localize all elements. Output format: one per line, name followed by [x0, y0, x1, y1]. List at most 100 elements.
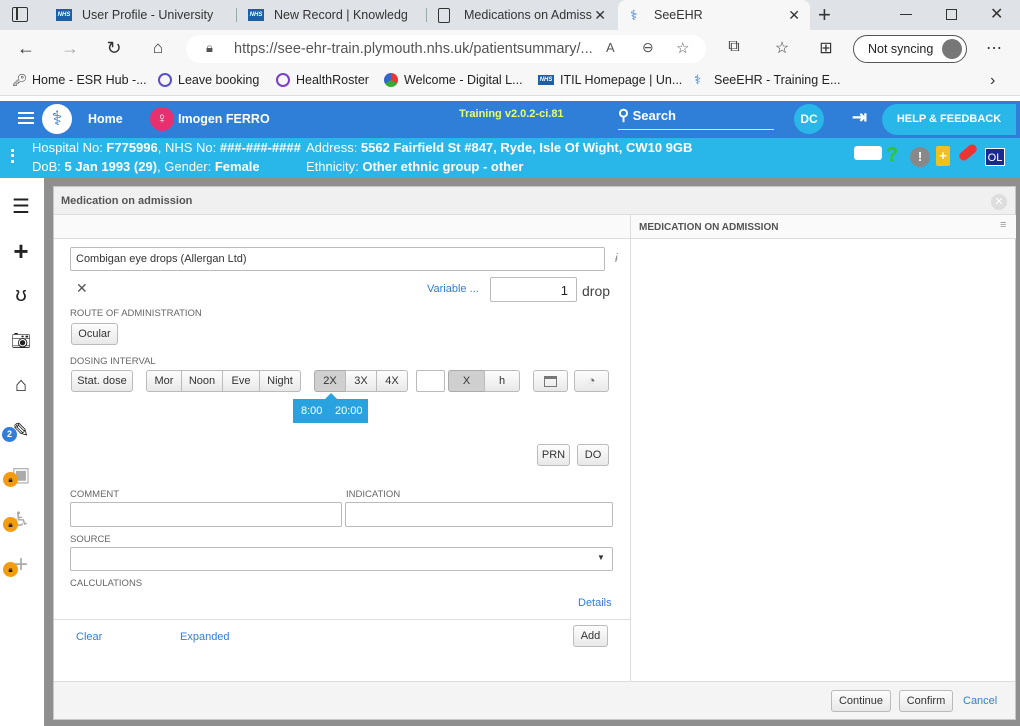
- night-button[interactable]: Night: [259, 370, 301, 392]
- medication-icon[interactable]: [957, 142, 979, 163]
- stat-dose-button[interactable]: Stat. dose: [71, 370, 133, 392]
- read-aloud-icon[interactable]: A: [606, 40, 615, 55]
- route-ocular-button[interactable]: Ocular: [71, 323, 118, 345]
- lock-icon: 🔒︎: [3, 517, 18, 532]
- minimize-icon[interactable]: [900, 14, 912, 15]
- patient-dob-gender: DoB: 5 Jan 1993 (29), Gender: Female: [32, 159, 260, 174]
- bookmark-leave-booking[interactable]: Leave booking: [158, 73, 259, 87]
- home-icon[interactable]: ⌂: [146, 38, 170, 58]
- frequency-4x-button[interactable]: 4X: [376, 370, 408, 392]
- close-tab-icon[interactable]: ✕: [788, 7, 800, 24]
- close-modal-icon[interactable]: ✕: [991, 194, 1007, 210]
- route-label: ROUTE OF ADMINISTRATION: [70, 308, 202, 319]
- times-pointer: [325, 393, 337, 399]
- variable-link[interactable]: Variable ...: [427, 283, 479, 295]
- search-box[interactable]: ⚲ Search: [618, 106, 774, 130]
- bookmark-healthroster[interactable]: HealthRoster: [276, 73, 369, 87]
- banner-menu-icon[interactable]: [11, 149, 14, 163]
- ol-badge[interactable]: OL: [985, 148, 1005, 166]
- evening-button[interactable]: Eve: [222, 370, 260, 392]
- source-select[interactable]: ▼: [70, 547, 613, 571]
- drug-field[interactable]: Combigan eye drops (Allergan Ltd): [70, 247, 605, 271]
- morning-button[interactable]: Mor: [146, 370, 182, 392]
- hamburger-menu-icon[interactable]: [18, 112, 34, 124]
- bookmarks-more-icon[interactable]: ›: [990, 72, 995, 90]
- add-button[interactable]: Add: [573, 625, 608, 647]
- details-link[interactable]: Details: [578, 597, 612, 609]
- bed-icon[interactable]: [854, 146, 882, 160]
- more-menu-icon[interactable]: ⋯: [982, 38, 1006, 58]
- clock-button[interactable]: ◔: [574, 370, 609, 392]
- help-feedback-button[interactable]: HELP & FEEDBACK: [882, 104, 1016, 135]
- back-icon[interactable]: ←: [14, 38, 38, 59]
- list-icon[interactable]: ☰: [8, 194, 34, 220]
- profile-sync-button[interactable]: Not syncing: [853, 35, 967, 63]
- do-button[interactable]: DO: [577, 444, 609, 466]
- frequency-2x-button[interactable]: 2X: [314, 370, 346, 392]
- nhs-icon: NHS: [248, 9, 264, 21]
- bookmark-itil[interactable]: NHS ITIL Homepage | Un...: [538, 73, 682, 87]
- url-field[interactable]: 🔒︎ https://see-ehr-train.plymouth.nhs.uk…: [186, 35, 706, 63]
- patient-name[interactable]: Imogen FERRO: [178, 112, 270, 126]
- close-tab-icon[interactable]: ✕: [594, 7, 606, 24]
- browser-tab-new-record[interactable]: NHS New Record | Knowledg: [236, 0, 426, 30]
- confirm-button[interactable]: Confirm: [899, 690, 953, 712]
- pane-menu-icon[interactable]: ≡: [1000, 219, 1006, 231]
- browser-tab-seeehr[interactable]: ⚕ SeeEHR ✕: [618, 0, 810, 30]
- leave-icon: [158, 73, 172, 87]
- custom-hours-button[interactable]: h: [484, 370, 520, 392]
- browser-tab-medications[interactable]: Medications on Admiss ✕: [426, 0, 616, 30]
- user-initials-avatar[interactable]: DC: [794, 104, 824, 134]
- noon-button[interactable]: Noon: [181, 370, 223, 392]
- camera-icon[interactable]: 📷︎: [8, 329, 34, 355]
- logout-icon[interactable]: ⇥: [852, 107, 867, 128]
- source-label: SOURCE: [70, 534, 111, 545]
- browser-tab-user-profile[interactable]: NHS User Profile - University: [44, 0, 236, 30]
- comment-input[interactable]: [70, 502, 342, 527]
- tab-actions-icon[interactable]: [12, 7, 28, 22]
- custom-frequency-input[interactable]: [416, 370, 445, 392]
- favorites-icon[interactable]: ☆: [770, 38, 794, 58]
- zoom-icon[interactable]: ⊖: [642, 39, 654, 56]
- refresh-icon[interactable]: ↻: [102, 38, 126, 59]
- indication-input[interactable]: [345, 502, 613, 527]
- indication-label: INDICATION: [346, 489, 401, 500]
- add-icon[interactable]: +: [8, 238, 34, 264]
- dose-unit: drop: [582, 283, 611, 299]
- favorite-icon[interactable]: ☆: [676, 39, 689, 57]
- dose-input[interactable]: 1: [490, 277, 577, 302]
- calendar-button[interactable]: [533, 370, 568, 392]
- custom-x-button[interactable]: X: [448, 370, 485, 392]
- form-footer-divider: [54, 619, 630, 620]
- key-icon: 🔑︎: [12, 73, 28, 87]
- expanded-link[interactable]: Expanded: [180, 631, 230, 643]
- house-icon[interactable]: ⌂: [8, 372, 34, 398]
- frequency-3x-button[interactable]: 3X: [345, 370, 377, 392]
- extensions-icon[interactable]: ⧉: [722, 38, 746, 56]
- close-window-icon[interactable]: ✕: [990, 4, 1003, 24]
- new-tab-icon[interactable]: +: [818, 2, 831, 28]
- forward-icon[interactable]: →: [58, 38, 82, 59]
- clear-drug-icon[interactable]: ✕: [76, 280, 88, 297]
- bookmark-digital-learning[interactable]: Welcome - Digital L...: [384, 73, 523, 87]
- restore-icon[interactable]: [946, 9, 957, 20]
- cancel-link[interactable]: Cancel: [963, 695, 997, 707]
- collections-icon[interactable]: ⊞: [814, 38, 838, 58]
- clipboard-icon[interactable]: +: [936, 146, 950, 166]
- prn-button[interactable]: PRN: [537, 444, 570, 466]
- question-icon[interactable]: ?: [886, 144, 898, 167]
- dose-time-2[interactable]: 20:00: [335, 405, 363, 417]
- dose-time-1[interactable]: 8:00: [301, 405, 322, 417]
- stethoscope-icon[interactable]: ʊ: [8, 282, 34, 308]
- alert-icon[interactable]: !: [910, 147, 930, 167]
- modal-title: Medication on admission: [54, 187, 1015, 215]
- app-logo-icon: ⚕: [42, 104, 72, 134]
- clear-link[interactable]: Clear: [76, 631, 102, 643]
- info-icon[interactable]: ɨ: [615, 251, 618, 265]
- home-link[interactable]: Home: [88, 112, 123, 126]
- bookmark-seeehr-training[interactable]: ⚕ SeeEHR - Training E...: [694, 73, 840, 88]
- patient-avatar-icon: ♀: [150, 107, 174, 131]
- dropdown-arrow-icon: ▼: [597, 553, 605, 562]
- continue-button[interactable]: Continue: [831, 690, 891, 712]
- bookmark-esr-hub[interactable]: 🔑︎ Home - ESR Hub -...: [12, 73, 147, 87]
